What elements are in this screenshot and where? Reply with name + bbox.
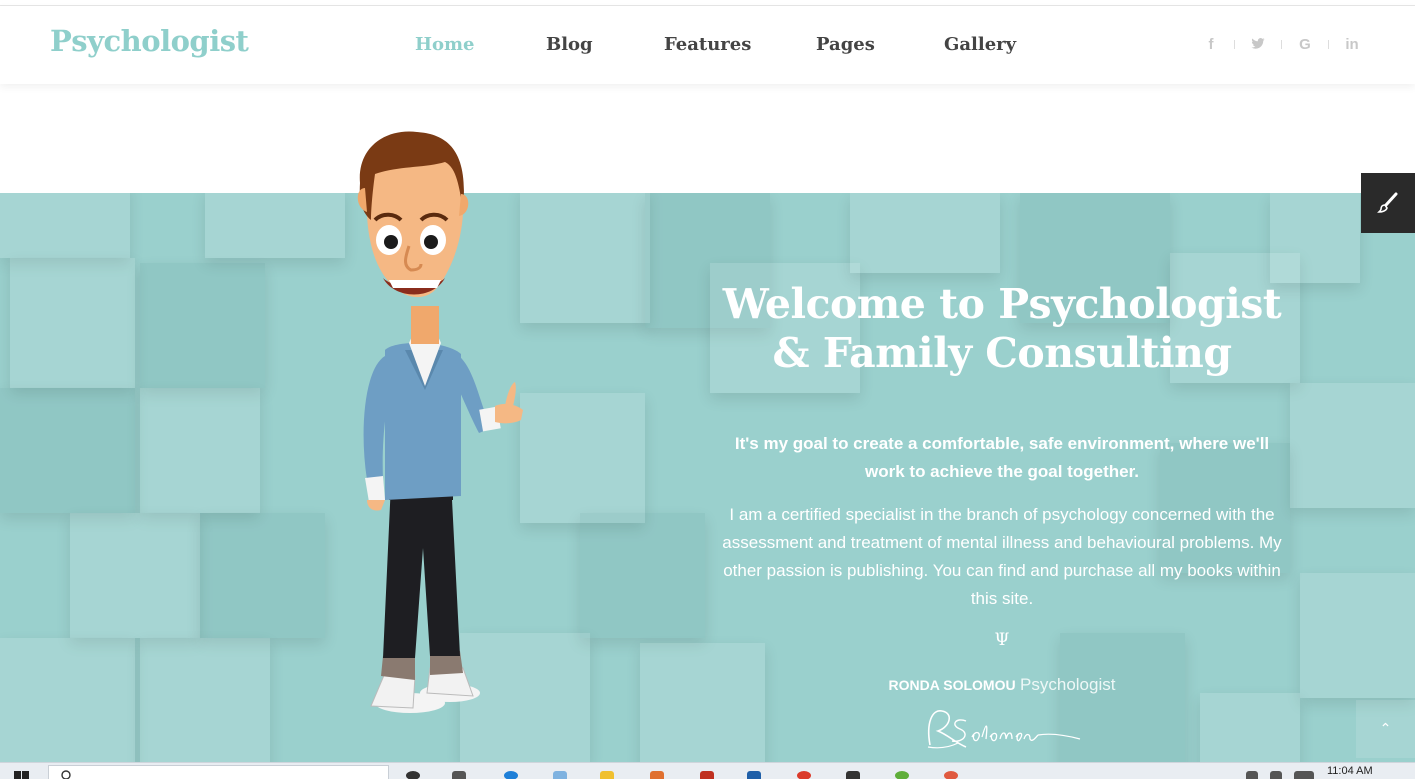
linkedin-icon[interactable]: in [1329,36,1375,53]
app-icon[interactable] [553,771,567,779]
bg-tile [1290,383,1415,508]
app-icon[interactable] [700,771,714,779]
bg-tile [140,263,265,388]
app-icon[interactable] [944,771,958,779]
bg-tile [850,193,1000,273]
bg-tile [640,643,765,779]
app-icon[interactable] [747,771,761,779]
handwritten-signature [927,710,1081,749]
task-view-icon[interactable] [452,771,466,779]
nav-item-pages[interactable]: Pages [816,34,875,55]
nav-item-features[interactable]: Features [664,34,751,55]
nav-item-gallery[interactable]: Gallery [944,34,1016,55]
edge-browser-icon[interactable] [504,771,518,779]
bg-tile [140,638,270,779]
bg-tile [200,513,325,638]
hero-goal-text: It's my goal to create a comfortable, sa… [734,434,1270,481]
paint-brush-icon [1377,192,1398,213]
taskbar-clock[interactable]: 11:04 AM [1327,765,1373,777]
store-icon[interactable] [650,771,664,779]
windows-start-icon[interactable] [14,771,30,779]
app-icon[interactable] [895,771,909,779]
scroll-to-top-button[interactable]: ⌃ [1356,700,1415,758]
nav-item-home[interactable]: Home [415,34,475,55]
hero-title-line1: Welcome to Psychologist [722,280,1282,328]
signer-role: Psychologist [1020,675,1116,694]
shopping-bag-icon[interactable] [846,771,860,779]
bg-tile [205,193,345,258]
psi-symbol: Ψ [994,630,1010,650]
site-header: Psychologist Home Blog Features Pages Ga… [0,6,1415,84]
volume-icon[interactable] [1270,771,1282,779]
cartoon-man-illustration [357,131,523,713]
bg-tile [0,193,130,258]
twitter-bird-glyph [1251,38,1265,49]
bg-tile [140,388,260,513]
bg-tile [10,258,135,388]
hero-bio-text: I am a certified specialist in the branc… [722,505,1282,608]
bg-tile [0,388,135,513]
taskbar-search-box[interactable] [48,765,389,779]
cortana-icon[interactable] [406,771,420,779]
signer-line: RONDA SOLOMOU Psychologist [802,675,1202,695]
file-explorer-icon[interactable] [600,771,614,779]
keyboard-icon[interactable] [1294,771,1314,779]
signer-name: RONDA SOLOMOU [888,677,1016,693]
facebook-icon[interactable]: f [1188,36,1234,53]
hero-title-line2: & Family Consulting [772,329,1232,377]
site-logo[interactable]: Psychologist [50,24,249,58]
google-icon[interactable]: G [1282,36,1328,53]
twitter-icon[interactable] [1235,36,1281,53]
bg-tile [1300,573,1415,698]
search-icon [61,770,71,779]
network-icon[interactable] [1246,771,1258,779]
chevron-up-icon: ⌃ [1379,721,1392,737]
bg-tile [0,638,135,779]
social-links: f G in [1188,36,1375,53]
style-switcher-button[interactable] [1361,173,1415,233]
bg-tile [580,513,705,638]
nav-item-blog[interactable]: Blog [546,34,593,55]
hero-title: Welcome to Psychologist & Family Consult… [702,280,1302,378]
chrome-icon[interactable] [797,771,811,779]
bg-tile [1270,193,1360,283]
bg-tile [70,513,200,638]
windows-taskbar: 11:04 AM [0,762,1415,779]
